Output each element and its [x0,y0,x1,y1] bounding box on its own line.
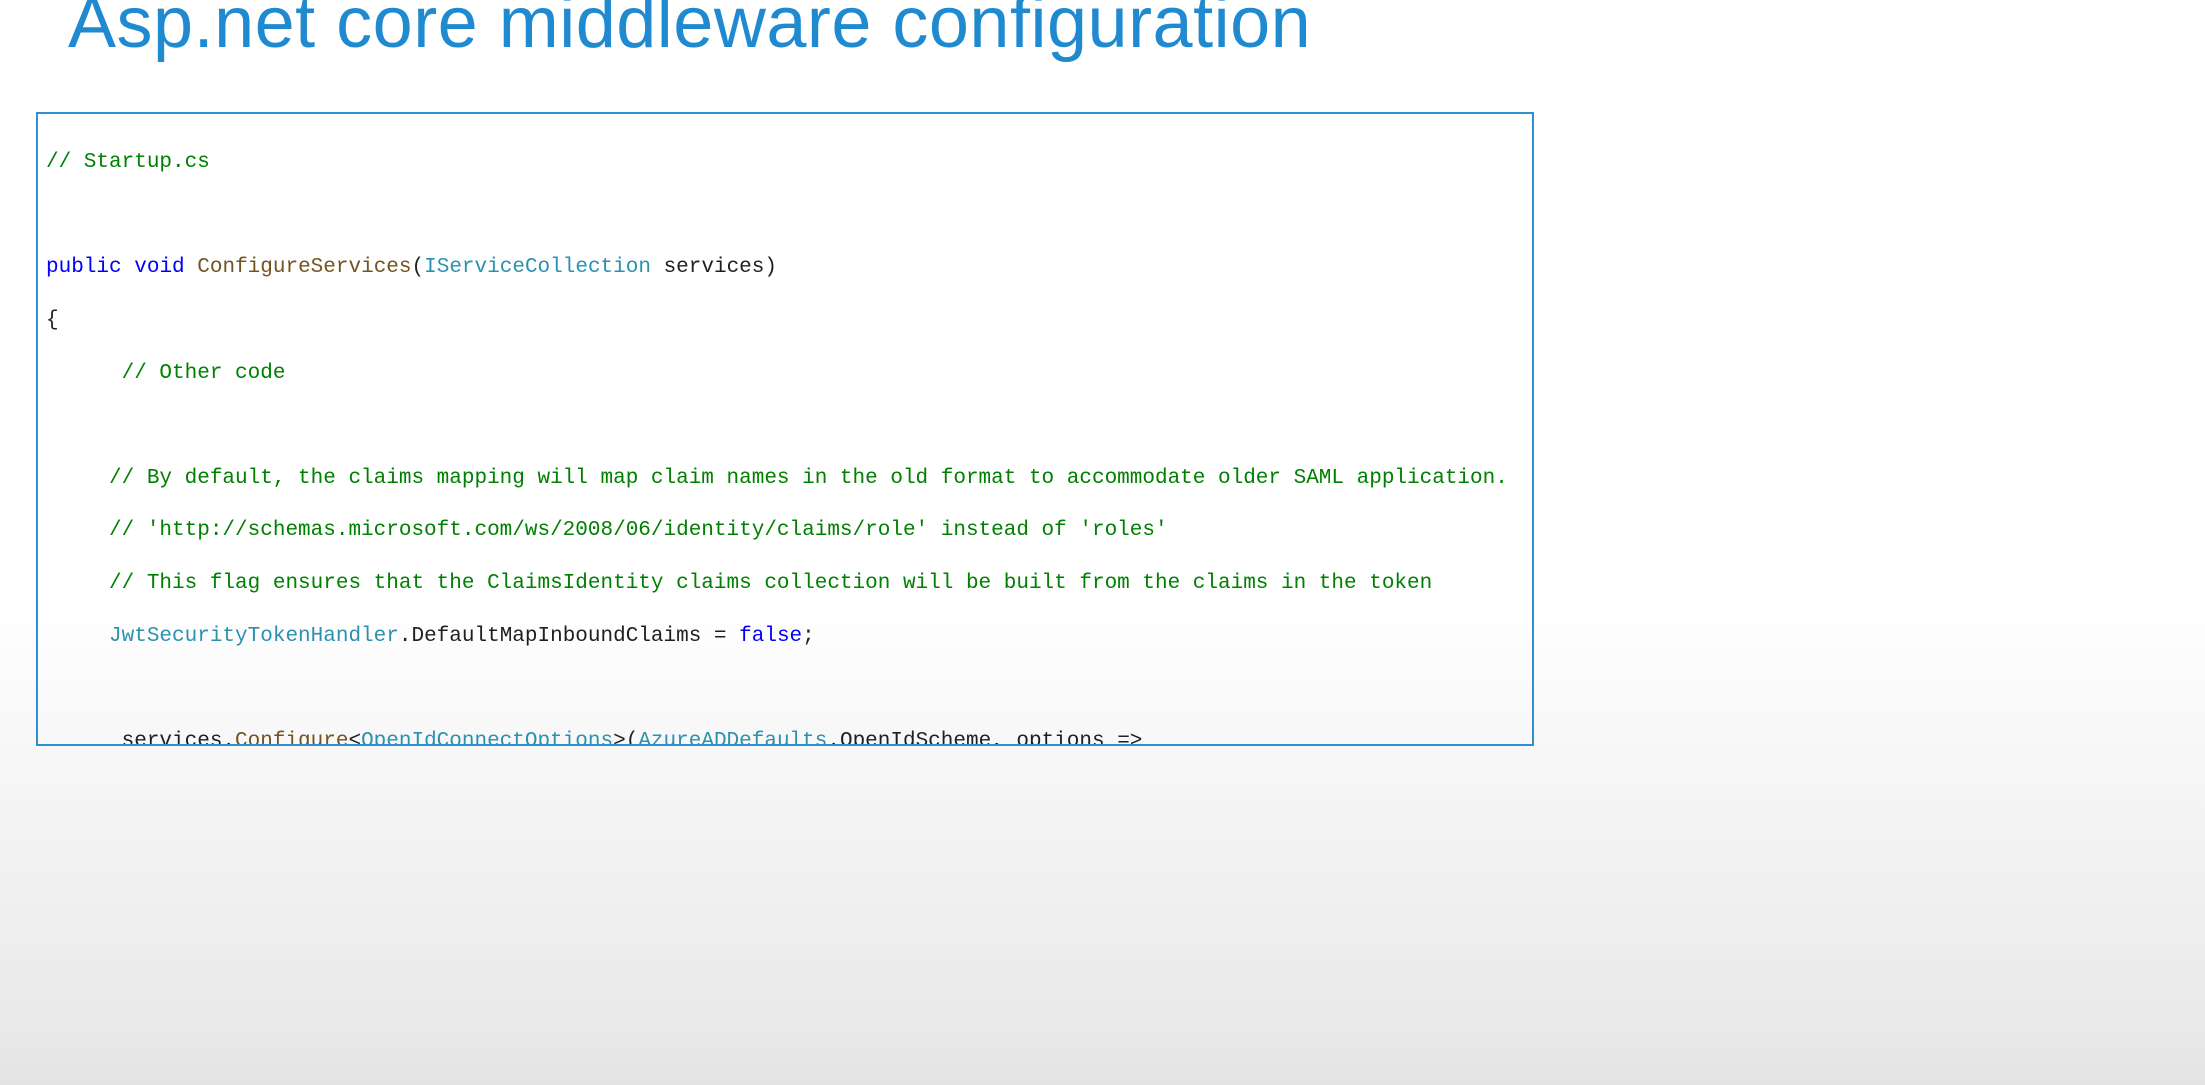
code-type: IServiceCollection [424,256,651,279]
code-block: // Startup.cs public void ConfigureServi… [36,112,1534,746]
code-method: ConfigureServices [197,256,411,279]
code-text [122,256,135,279]
code-text: ; [802,625,815,648]
code-text: { [46,309,59,332]
code-keyword: public [46,256,122,279]
slide: Asp.net core middleware configuration //… [0,0,2205,1085]
code-text: ( [412,256,425,279]
code-keyword: void [134,256,184,279]
code-text: < [348,730,361,746]
code-comment: // By default, the claims mapping will m… [46,467,1508,490]
slide-title: Asp.net core middleware configuration [68,0,1311,64]
code-text [46,625,109,648]
code-comment: // Startup.cs [46,151,210,174]
code-text [185,256,198,279]
code-method: Configure [235,730,348,746]
code-text: >( [613,730,638,746]
code-type: JwtSecurityTokenHandler [109,625,399,648]
code-text: .OpenIdScheme, options => [827,730,1142,746]
code-comment: // This flag ensures that the ClaimsIden… [46,572,1432,595]
code-text: services) [651,256,777,279]
code-text: services. [46,730,235,746]
code-text: .DefaultMapInboundClaims = [399,625,739,648]
code-keyword: false [739,625,802,648]
code-comment: // 'http://schemas.microsoft.com/ws/2008… [46,519,1168,542]
code-type: AzureADDefaults [638,730,827,746]
code-comment: // Other code [46,362,285,385]
code-type: OpenIdConnectOptions [361,730,613,746]
